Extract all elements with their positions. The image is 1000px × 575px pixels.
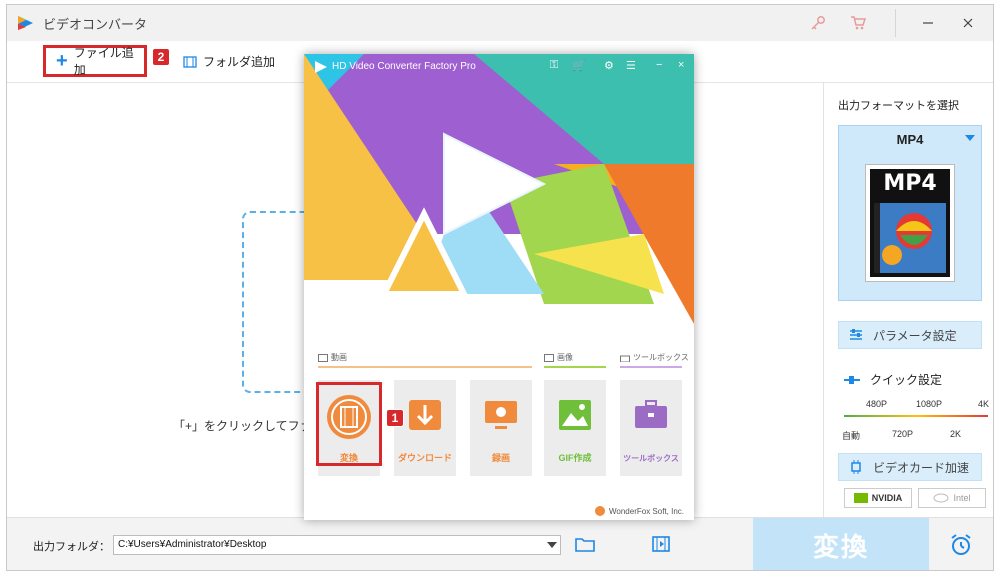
add-folder-button[interactable]: フォルダ追加	[183, 53, 275, 70]
output-format-title: 出力フォーマットを選択	[838, 100, 959, 112]
gpu-acceleration-button[interactable]: ビデオカード加速	[838, 453, 982, 481]
section-video: 動画	[318, 352, 347, 363]
launcher-logo-icon	[315, 61, 327, 73]
screen-record-icon	[485, 401, 517, 429]
quick-tick-720p[interactable]: 720P	[892, 429, 913, 439]
open-folder-icon[interactable]	[575, 536, 595, 555]
title-bar: ビデオコンバータ	[7, 5, 993, 41]
format-thumb-text: MP4	[883, 171, 937, 196]
format-thumbnail: MP4	[865, 164, 955, 282]
launcher-title: HD Video Converter Factory Pro	[332, 61, 476, 72]
format-name: MP4	[896, 132, 924, 147]
output-folder-input[interactable]: C:¥Users¥Administrator¥Desktop	[113, 535, 561, 555]
step-badge-2: 2	[152, 48, 170, 66]
toolbox-icon	[635, 400, 667, 428]
add-folder-label: フォルダ追加	[203, 55, 276, 69]
drop-hint-text: 「+」をクリックしてファ	[173, 419, 312, 433]
tile-gif-label: GIF作成	[558, 453, 592, 463]
quick-tick-4k[interactable]: 4K	[978, 399, 989, 409]
parameter-settings-label: パラメータ設定	[873, 328, 957, 343]
quick-tick-auto[interactable]: 自動	[842, 429, 860, 442]
download-icon	[409, 400, 441, 430]
section-toolbox: ツールボックス	[620, 352, 689, 363]
plus-icon: +	[56, 50, 68, 72]
image-section-line	[544, 366, 606, 368]
toolbox-section-icon	[620, 355, 630, 362]
chip-icon	[851, 460, 861, 474]
wonderfox-logo-icon	[595, 506, 605, 516]
intel-label: Intel	[953, 493, 971, 503]
launcher-footer-text: WonderFox Soft, Inc.	[609, 506, 684, 516]
output-format-selector[interactable]: MP4 MP4	[838, 125, 982, 301]
launcher-minimize-icon[interactable]: −	[656, 59, 662, 71]
launcher-settings-icon[interactable]: ⚙	[604, 59, 614, 72]
folder-film-icon	[183, 55, 197, 68]
tile-gif[interactable]: GIF作成	[544, 380, 606, 476]
step-badge-1: 1	[386, 409, 404, 427]
launcher-menu-icon[interactable]: ☰	[626, 59, 636, 72]
nvidia-label: NVIDIA	[871, 493, 903, 503]
close-icon[interactable]	[957, 12, 979, 34]
output-settings-icon[interactable]	[652, 535, 672, 556]
alarm-clock-icon[interactable]	[949, 533, 973, 560]
add-file-label: ファイル追加	[73, 46, 134, 77]
convert-button[interactable]: 変換	[753, 518, 929, 570]
section-image-label: 画像	[557, 353, 573, 362]
gpu-acceleration-label: ビデオカード加速	[873, 460, 970, 475]
quick-tick-1080p[interactable]: 1080P	[916, 399, 942, 409]
titlebar-separator	[895, 9, 896, 37]
output-dropdown-icon[interactable]	[547, 542, 557, 548]
right-panel: 出力フォーマットを選択 MP4 MP4 パラメータ設定 クイック設定 480P …	[823, 83, 993, 517]
tile-record[interactable]: 録画	[470, 380, 532, 476]
convert-tile-highlight	[316, 382, 382, 466]
nvidia-logo-icon	[853, 493, 868, 503]
intel-option[interactable]: Intel	[918, 488, 986, 508]
quick-tick-480p[interactable]: 480P	[866, 399, 887, 409]
launcher-key-icon[interactable]: ⚿	[550, 59, 558, 72]
output-folder-path: C:¥Users¥Administrator¥Desktop	[118, 539, 267, 550]
section-toolbox-label: ツールボックス	[633, 353, 689, 362]
app-logo-icon	[18, 16, 33, 30]
section-video-label: 動画	[331, 353, 347, 362]
image-section-icon	[544, 353, 554, 362]
launcher-cart-icon[interactable]: 🛒	[572, 59, 586, 72]
tile-record-label: 録画	[491, 453, 510, 463]
tile-download-label: ダウンロード	[397, 453, 452, 463]
quick-settings: クイック設定	[844, 371, 942, 388]
quick-settings-label: クイック設定	[870, 373, 943, 387]
parameter-settings-button[interactable]: パラメータ設定	[838, 321, 982, 349]
quick-slider-icon	[844, 375, 860, 384]
sliders-icon	[850, 329, 862, 340]
tile-toolbox-label: ツールボックス	[623, 454, 679, 463]
tile-download[interactable]: ダウンロード	[394, 380, 456, 476]
key-icon[interactable]	[807, 12, 829, 34]
bottom-bar: 出力フォルダ： C:¥Users¥Administrator¥Desktop 変…	[7, 517, 993, 570]
add-file-button[interactable]: + ファイル追加	[43, 45, 147, 77]
toolbox-section-line	[620, 366, 682, 368]
window-title: ビデオコンバータ	[43, 17, 148, 32]
tile-toolbox[interactable]: ツールボックス	[620, 380, 682, 476]
section-image: 画像	[544, 352, 573, 363]
quick-tick-2k[interactable]: 2K	[950, 429, 961, 439]
quick-settings-slider[interactable]	[844, 415, 988, 417]
gif-image-icon	[559, 400, 591, 430]
balloon-image	[874, 203, 946, 273]
minimize-icon[interactable]	[917, 12, 939, 34]
launcher-footer: WonderFox Soft, Inc.	[595, 506, 684, 516]
intel-logo-icon	[933, 493, 949, 503]
launcher-close-icon[interactable]: ×	[678, 59, 684, 71]
nvidia-option[interactable]: NVIDIA	[844, 488, 912, 508]
video-section-line	[318, 366, 532, 368]
output-folder-label: 出力フォルダ：	[33, 541, 110, 553]
dropdown-caret-icon[interactable]	[965, 135, 975, 141]
cart-icon[interactable]	[847, 12, 869, 34]
video-section-icon	[318, 353, 328, 362]
